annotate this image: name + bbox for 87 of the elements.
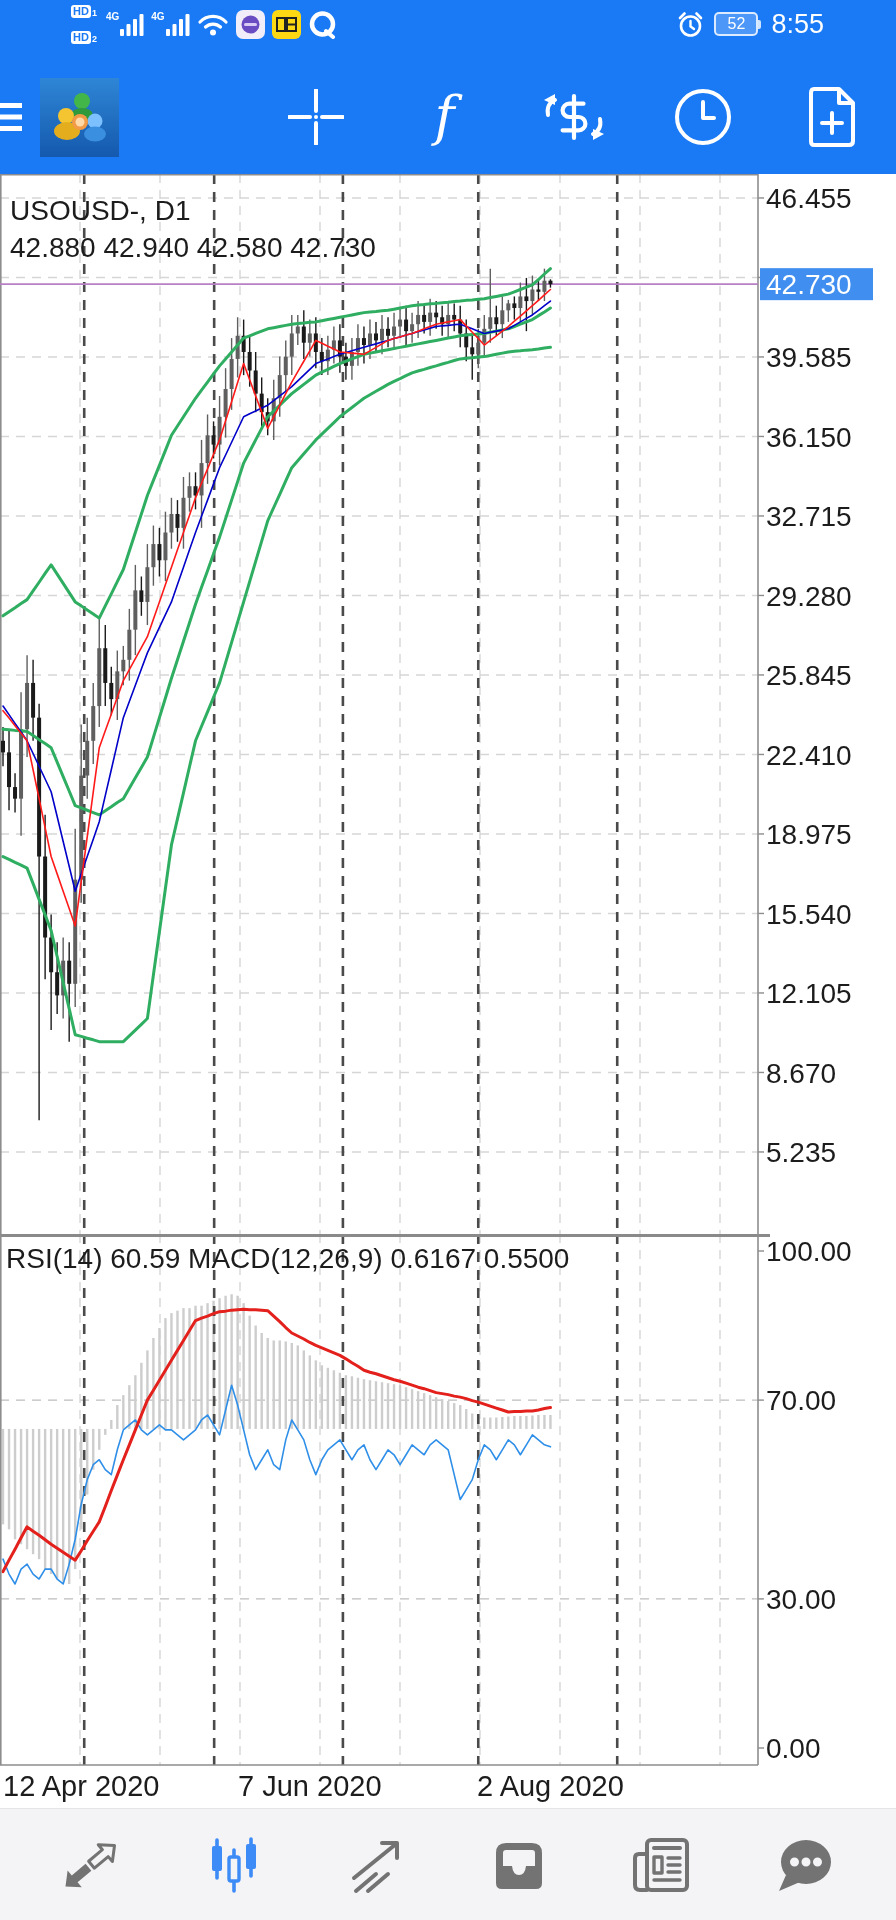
candlestick [121,645,126,686]
candlestick [307,318,312,358]
scale-label: 30.00 [766,1584,837,1615]
ref-line-label: 42.730 [766,269,852,301]
candlestick [506,299,511,323]
candlestick [518,281,523,323]
candlestick [169,497,174,550]
date-label: 2 Aug 2020 [477,1770,624,1803]
price-label: 15.540 [766,898,852,930]
candlestick [380,314,385,355]
network-type-label: 4G [105,12,120,22]
candlestick [247,335,252,388]
date-label: 7 Jun 2020 [238,1770,382,1803]
candlestick [1,726,6,767]
candlestick [398,307,403,339]
candlestick [55,941,60,1015]
candlestick [488,267,493,344]
candlestick [151,524,156,587]
candlestick [319,337,324,376]
candlestick [476,328,481,369]
ohlc-values: 42.880 42.940 42.580 42.730 [10,231,376,265]
candlestick [301,309,306,360]
price-label: 36.150 [766,421,852,453]
candlestick [67,941,72,1043]
candlestick [13,772,18,814]
clock-icon [673,88,732,146]
scale-label: 70.00 [766,1385,837,1417]
candlestick [386,316,391,349]
tile-app-icon [271,9,301,39]
document-plus-icon [807,86,856,148]
price-label: 25.845 [766,660,852,692]
crosshair-icon [287,89,344,145]
menu-icon [0,102,22,132]
candlestick [524,277,529,332]
candlestick [542,267,547,302]
price-label: 39.585 [766,342,852,374]
candlestick [530,274,535,316]
candlestick [157,527,162,578]
hd-badge: HD [71,30,91,44]
ring-app-icon [307,9,337,39]
scale-label: 0.00 [766,1733,821,1765]
price-label: 18.975 [766,819,852,851]
candlestick [277,355,282,418]
app-logo-icon [40,77,119,157]
price-label: 32.715 [766,501,852,533]
price-label: 29.280 [766,580,852,612]
candlestick [410,311,415,344]
price-label: 46.455 [766,183,852,215]
battery-indicator: 52 [714,12,762,36]
candlestick [253,351,258,413]
candlestick [500,295,505,339]
symbol-label: USOUSD-, D1 [10,194,192,228]
signal-icon [120,14,145,36]
price-label: 12.105 [766,978,852,1010]
status-time: 8:55 [771,8,824,40]
date-label: 12 Apr 2020 [3,1770,160,1803]
candlestick [416,300,421,339]
candlestick [139,575,144,617]
scale-label: 100.00 [766,1236,852,1268]
circle-app-icon [235,9,265,39]
sim-slot-number: 2 [91,34,97,44]
indicator-legend: RSI(14) 60.59 MACD(12,26,9) 0.6167 0.5500 [6,1240,570,1277]
candlestick [452,302,457,332]
candlestick [283,339,288,393]
current-price-tag: 42.730 [760,268,873,301]
candlestick [512,295,517,321]
price-label: 5.235 [766,1137,837,1169]
alarm-icon [677,10,705,38]
price-label: 8.670 [766,1057,837,1089]
signal-icon [165,14,190,36]
candlestick [187,471,192,513]
price-label: 22.410 [766,739,852,771]
candlestick [211,420,216,460]
candlestick [428,298,433,337]
candlestick [361,325,366,365]
candlestick [470,335,475,381]
sim-slot-number: 1 [91,8,97,18]
candlestick [175,499,180,543]
candlestick [373,321,378,353]
candlestick [289,314,294,376]
network-type-label: 4G [151,12,165,22]
candlestick [494,304,499,337]
newspaper-icon [631,1835,692,1894]
hd-badge: HD [71,4,91,18]
candlestick [367,318,372,360]
function-button[interactable]: f [410,83,479,151]
wifi-icon [196,12,229,36]
